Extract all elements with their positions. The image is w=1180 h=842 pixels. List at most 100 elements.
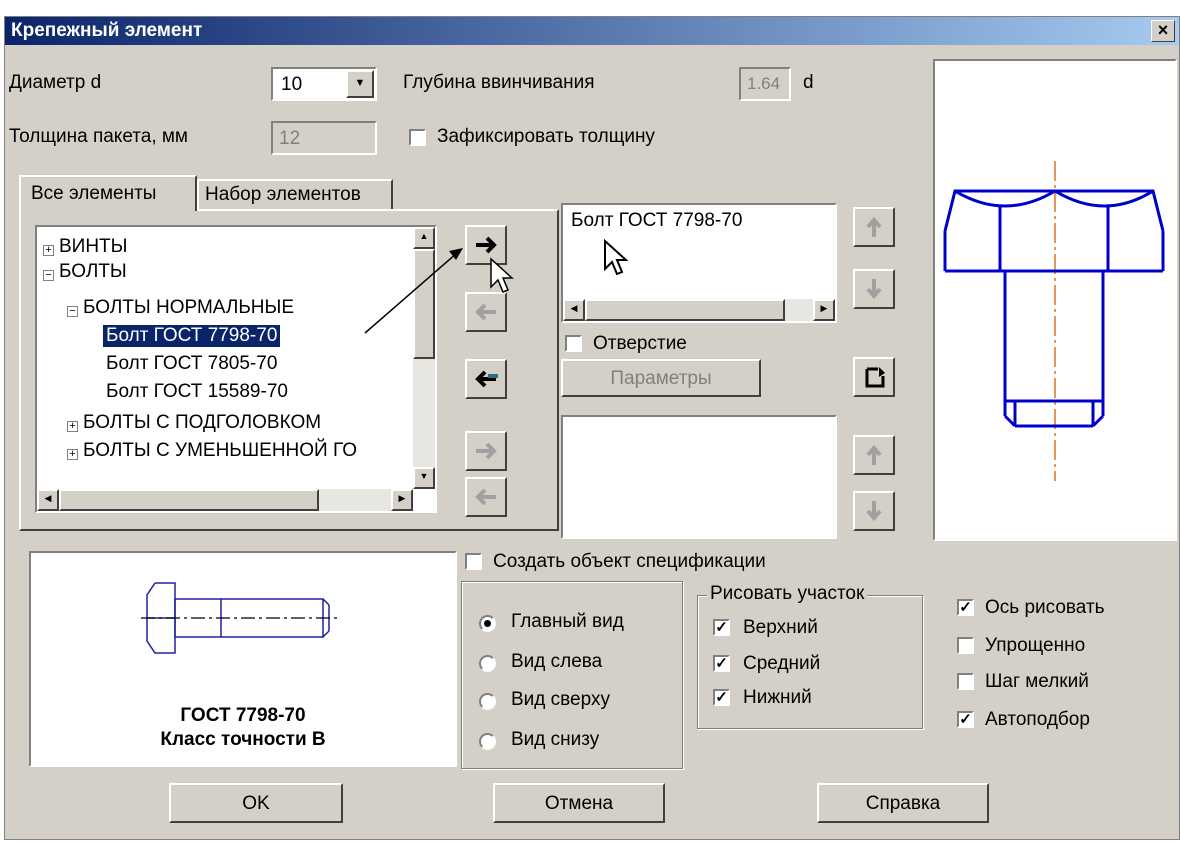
fix-thickness-checkbox[interactable] <box>409 129 426 146</box>
move-up-button-2[interactable] <box>853 435 895 475</box>
depth-label: Глубина ввинчивания <box>403 72 595 93</box>
arrow-left-icon <box>475 488 496 506</box>
bottom-section-checkbox[interactable]: ✓ <box>713 689 730 706</box>
expand-icon[interactable]: + <box>43 245 54 256</box>
refresh-button[interactable] <box>853 357 895 397</box>
expand-icon[interactable]: + <box>67 421 78 432</box>
tree-item[interactable]: БОЛТЫ НОРМАЛЬНЫЕ <box>83 297 294 319</box>
mouse-cursor-icon <box>604 239 629 276</box>
secondary-list[interactable] <box>561 415 837 539</box>
view-bottom-radio[interactable] <box>479 733 496 750</box>
depth-field[interactable]: 1.64 <box>739 67 791 101</box>
tab-all-elements[interactable]: Все элементы <box>19 175 197 211</box>
bolt-preview <box>933 59 1177 541</box>
move-up-button[interactable] <box>853 207 895 247</box>
top-section-label: Верхний <box>743 617 818 638</box>
arrow-left-all-icon <box>475 370 498 388</box>
tree-item[interactable]: БОЛТЫ <box>59 261 127 283</box>
list-item[interactable]: Болт ГОСТ 7798-70 <box>571 210 742 232</box>
diameter-select[interactable]: 10 ▼ <box>271 67 377 101</box>
title-bar[interactable]: Крепежный элемент × <box>5 17 1179 45</box>
tree-item[interactable]: БОЛТЫ С ПОДГОЛОВКОМ <box>83 412 321 434</box>
thickness-field[interactable]: 12 <box>271 121 377 155</box>
preview-gost: ГОСТ 7798-70 <box>180 705 306 726</box>
move-left-button[interactable] <box>465 477 507 517</box>
scroll-thumb[interactable] <box>585 299 785 321</box>
spec-checkbox[interactable] <box>465 553 482 570</box>
tree-vscrollbar[interactable]: ▲ ▼ <box>413 227 435 489</box>
tab-element-set[interactable]: Набор элементов <box>197 179 393 209</box>
gost-preview: ГОСТ 7798-70 Класс точности В <box>29 551 457 767</box>
fastener-dialog: Крепежный элемент × Диаметр d 10 ▼ Глуби… <box>4 16 1180 840</box>
depth-unit: d <box>803 72 814 93</box>
scroll-left-icon[interactable]: ◀ <box>37 489 59 511</box>
remove-button[interactable] <box>465 292 507 332</box>
view-left-radio[interactable] <box>479 655 496 672</box>
autoselect-checkbox[interactable]: ✓ <box>957 711 974 728</box>
scroll-up-icon[interactable]: ▲ <box>413 227 435 249</box>
tree-item[interactable]: БОЛТЫ С УМЕНЬШЕННОЙ ГО <box>83 440 357 462</box>
view-main-label: Главный вид <box>511 611 624 632</box>
tree-item-selected[interactable]: Болт ГОСТ 7798-70 <box>101 324 282 348</box>
scroll-thumb[interactable] <box>413 249 435 359</box>
tree-item[interactable]: Болт ГОСТ 7805-70 <box>106 353 277 375</box>
spec-label: Создать объект спецификации <box>493 551 766 572</box>
preview-class: Класс точности В <box>160 729 326 750</box>
scroll-thumb[interactable] <box>59 489 319 511</box>
remove-all-button[interactable] <box>465 359 507 399</box>
hole-label: Отверстие <box>593 333 687 354</box>
arrow-right-icon <box>476 442 497 460</box>
scroll-left-icon[interactable]: ◀ <box>563 299 585 321</box>
tree-hscrollbar[interactable]: ◀ ▶ <box>37 489 413 511</box>
close-button[interactable]: × <box>1151 20 1175 42</box>
arrow-up-icon <box>866 216 882 237</box>
move-down-button[interactable] <box>853 269 895 309</box>
tree-item[interactable]: Болт ГОСТ 15589-70 <box>106 381 288 403</box>
help-button[interactable]: Справка <box>817 783 989 823</box>
parameters-button[interactable]: Параметры <box>561 359 761 397</box>
expand-icon[interactable]: + <box>67 449 78 460</box>
arrow-up-icon <box>866 444 882 465</box>
axis-checkbox[interactable]: ✓ <box>957 599 974 616</box>
simplified-checkbox[interactable] <box>957 637 974 654</box>
top-section-checkbox[interactable]: ✓ <box>713 619 730 636</box>
list-hscrollbar[interactable]: ◀ ▶ <box>563 299 835 321</box>
tree-item[interactable]: ВИНТЫ <box>59 236 127 258</box>
scroll-right-icon[interactable]: ▶ <box>813 299 835 321</box>
move-down-button-2[interactable] <box>853 491 895 531</box>
tab-all-elements-label: Все элементы <box>31 183 157 204</box>
collapse-icon[interactable]: − <box>67 306 78 317</box>
collapse-icon[interactable]: − <box>43 270 54 281</box>
fine-pitch-checkbox[interactable] <box>957 673 974 690</box>
bottom-section-label: Нижний <box>743 687 812 708</box>
move-right-button[interactable] <box>465 431 507 471</box>
replace-icon <box>865 367 885 388</box>
arrow-down-icon <box>866 279 882 300</box>
element-tree[interactable]: + ВИНТЫ − БОЛТЫ − БОЛТЫ НОРМАЛЬНЫЕ Болт … <box>35 225 437 513</box>
hole-checkbox[interactable] <box>565 335 582 352</box>
cancel-button[interactable]: Отмена <box>493 783 665 823</box>
diameter-value: 10 <box>281 74 303 95</box>
scroll-right-icon[interactable]: ▶ <box>391 489 413 511</box>
autoselect-label: Автоподбор <box>985 709 1090 730</box>
thickness-label: Толщина пакета, мм <box>9 126 188 147</box>
diameter-label: Диаметр d <box>9 72 102 93</box>
view-bottom-label: Вид снизу <box>511 729 600 750</box>
fix-thickness-label: Зафиксировать толщину <box>437 126 655 147</box>
scroll-down-icon[interactable]: ▼ <box>413 467 435 489</box>
view-left-label: Вид слева <box>511 651 603 672</box>
draw-section-title: Рисовать участок <box>707 583 868 605</box>
chevron-down-icon[interactable]: ▼ <box>346 70 374 98</box>
bolt-side-icon <box>141 582 337 654</box>
fine-pitch-label: Шаг мелкий <box>985 671 1089 692</box>
mouse-cursor-icon <box>490 257 514 293</box>
tree-content: + ВИНТЫ − БОЛТЫ − БОЛТЫ НОРМАЛЬНЫЕ Болт … <box>37 227 413 485</box>
middle-section-checkbox[interactable]: ✓ <box>713 655 730 672</box>
view-top-radio[interactable] <box>479 693 496 710</box>
arrow-left-icon <box>475 303 496 321</box>
view-main-radio[interactable] <box>479 615 496 632</box>
bolt-drawing <box>943 161 1165 481</box>
window-title: Крепежный элемент <box>11 20 203 41</box>
ok-button[interactable]: OK <box>169 783 343 823</box>
simplified-label: Упрощенно <box>985 635 1086 656</box>
